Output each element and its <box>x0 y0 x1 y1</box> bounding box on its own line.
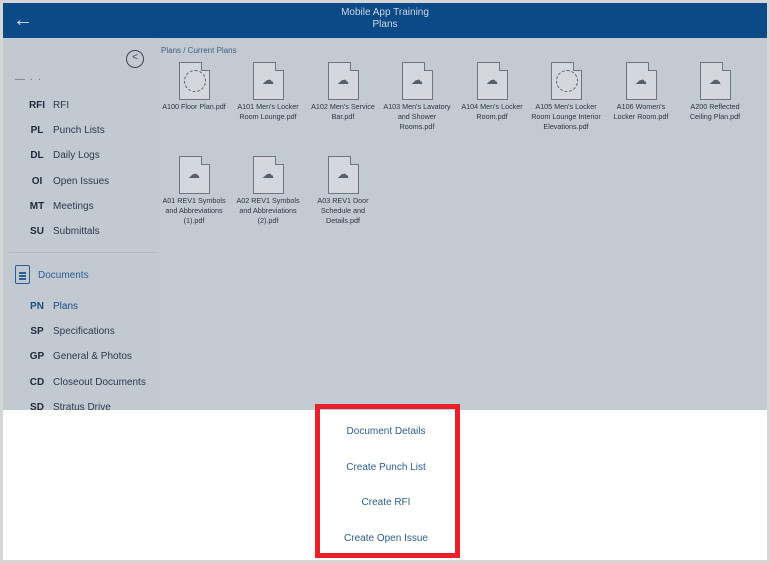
file-browser: Plans / Current Plans A100 Floor Plan.pd… <box>156 38 767 410</box>
sidebar-item-label: Specifications <box>53 326 115 337</box>
file-name: A02 REV1 Symbols and Abbreviations (2).p… <box>236 196 300 225</box>
highlight-box <box>315 404 460 558</box>
sidebar-item-label: RFI <box>53 100 70 111</box>
sidebar-item-abbr: GP <box>29 351 45 362</box>
cloud-download-icon: ☁ <box>262 73 274 87</box>
file-name: A03 REV1 Door Schedule and Details.pdf <box>317 196 369 225</box>
sidebar-item-label: Closeout Documents <box>53 377 146 388</box>
cloud-download-icon: ☁ <box>486 73 498 87</box>
sidebar-item-submittals[interactable]: SU Submittals <box>3 222 156 244</box>
file-thumbnail: ☁ <box>476 62 508 100</box>
sidebar-item-label: General & Photos <box>53 351 132 362</box>
file-item[interactable]: ☁ A101 Men's Locker Room Lounge.pdf <box>233 62 303 122</box>
file-name: A102 Men's Service Bar.pdf <box>311 102 375 121</box>
header-titles: Mobile App Training Plans <box>3 7 767 31</box>
loading-icon <box>555 70 578 92</box>
cloud-download-icon: ☁ <box>337 167 349 181</box>
sidebar-item-abbr: OI <box>31 176 43 187</box>
file-item[interactable]: A100 Floor Plan.pdf <box>159 62 229 112</box>
sidebar-item-closeout-documents[interactable]: CD Closeout Documents <box>3 373 156 395</box>
file-item[interactable]: ☁ A104 Men's Locker Room.pdf <box>457 62 527 122</box>
file-thumbnail: ☁ <box>252 156 284 194</box>
file-item[interactable]: ☁ A200 Reflected Ceiling Plan.pdf <box>680 62 750 122</box>
sidebar-item-open-issues[interactable]: OI Open Issues <box>3 172 156 194</box>
sidebar-item-abbr: SU <box>30 226 44 237</box>
file-name: A106 Women's Locker Room.pdf <box>613 102 669 121</box>
cloud-download-icon: ☁ <box>262 167 274 181</box>
collapse-sidebar-icon[interactable]: < <box>126 50 144 68</box>
sidebar-item-plans[interactable]: PN Plans <box>3 297 156 319</box>
sidebar-item-abbr: RFI <box>28 100 46 111</box>
file-item[interactable]: ☁ A01 REV1 Symbols and Abbreviations (1)… <box>159 156 229 226</box>
file-item[interactable]: A105 Men's Locker Room Lounge Interior E… <box>531 62 601 132</box>
sidebar-section-label: Documents <box>38 270 89 281</box>
project-name: Mobile App Training <box>341 7 429 18</box>
file-thumbnail: ☁ <box>252 62 284 100</box>
sidebar-item-abbr: MT <box>29 201 45 212</box>
file-item[interactable]: ☁ A03 REV1 Door Schedule and Details.pdf <box>308 156 378 226</box>
sidebar-item-meetings[interactable]: MT Meetings <box>3 197 156 219</box>
cloud-download-icon: ☁ <box>411 73 423 87</box>
page-title: Plans <box>372 19 398 30</box>
file-item[interactable]: ☁ A103 Men's Lavatory and Shower Rooms.p… <box>382 62 452 132</box>
file-thumbnail <box>550 62 582 100</box>
loading-icon <box>183 70 206 92</box>
sidebar-item-daily-logs[interactable]: DL Daily Logs <box>3 146 156 168</box>
sidebar-item-label: Daily Logs <box>53 150 100 161</box>
cloud-download-icon: ☁ <box>635 73 647 87</box>
document-icon <box>15 265 30 284</box>
top-bar: ← Mobile App Training Plans <box>3 3 767 38</box>
sidebar-item-abbr: DL <box>30 150 44 161</box>
sidebar-cutoff-item: — · · <box>15 74 43 85</box>
sidebar-item-punch-lists[interactable]: PL Punch Lists <box>3 121 156 143</box>
sidebar-item-label: Open Issues <box>53 176 110 187</box>
file-thumbnail: ☁ <box>327 156 359 194</box>
file-name: A103 Men's Lavatory and Shower Rooms.pdf <box>383 102 451 131</box>
sidebar-item-abbr: SP <box>30 326 44 337</box>
file-thumbnail <box>178 62 210 100</box>
sidebar-item-label: Plans <box>53 301 79 312</box>
sidebar-divider <box>9 252 156 253</box>
file-thumbnail: ☁ <box>327 62 359 100</box>
sidebar-item-abbr: PL <box>30 125 44 136</box>
sidebar-item-general-photos[interactable]: GP General & Photos <box>3 347 156 369</box>
cloud-download-icon: ☁ <box>337 73 349 87</box>
file-thumbnail: ☁ <box>625 62 657 100</box>
file-item[interactable]: ☁ A102 Men's Service Bar.pdf <box>308 62 378 122</box>
cloud-download-icon: ☁ <box>709 73 721 87</box>
sidebar-section-documents[interactable]: Documents <box>3 263 156 293</box>
file-name: A100 Floor Plan.pdf <box>162 102 226 111</box>
sidebar-item-label: Submittals <box>53 226 100 237</box>
file-item[interactable]: ☁ A106 Women's Locker Room.pdf <box>606 62 676 122</box>
sidebar-item-abbr: PN <box>30 301 44 312</box>
file-thumbnail: ☁ <box>178 156 210 194</box>
sidebar: < — · · RFI RFI PL Punch Lists DL Daily … <box>3 38 156 413</box>
file-name: A105 Men's Locker Room Lounge Interior E… <box>531 102 601 131</box>
file-name: A101 Men's Locker Room Lounge.pdf <box>237 102 299 121</box>
file-thumbnail: ☁ <box>699 62 731 100</box>
sidebar-item-rfi[interactable]: RFI RFI <box>3 96 156 118</box>
sidebar-item-label: Meetings <box>53 201 94 212</box>
file-name: A01 REV1 Symbols and Abbreviations (1).p… <box>162 196 226 225</box>
sidebar-item-abbr: CD <box>29 377 45 388</box>
app-window: ← Mobile App Training Plans < — · · RFI … <box>0 0 770 563</box>
file-item[interactable]: ☁ A02 REV1 Symbols and Abbreviations (2)… <box>233 156 303 226</box>
file-name: A200 Reflected Ceiling Plan.pdf <box>689 102 741 121</box>
cloud-download-icon: ☁ <box>188 167 200 181</box>
sidebar-item-label: Punch Lists <box>53 125 105 136</box>
file-thumbnail: ☁ <box>401 62 433 100</box>
breadcrumb[interactable]: Plans / Current Plans <box>161 46 237 55</box>
file-name: A104 Men's Locker Room.pdf <box>461 102 523 121</box>
sidebar-item-specifications[interactable]: SP Specifications <box>3 322 156 344</box>
